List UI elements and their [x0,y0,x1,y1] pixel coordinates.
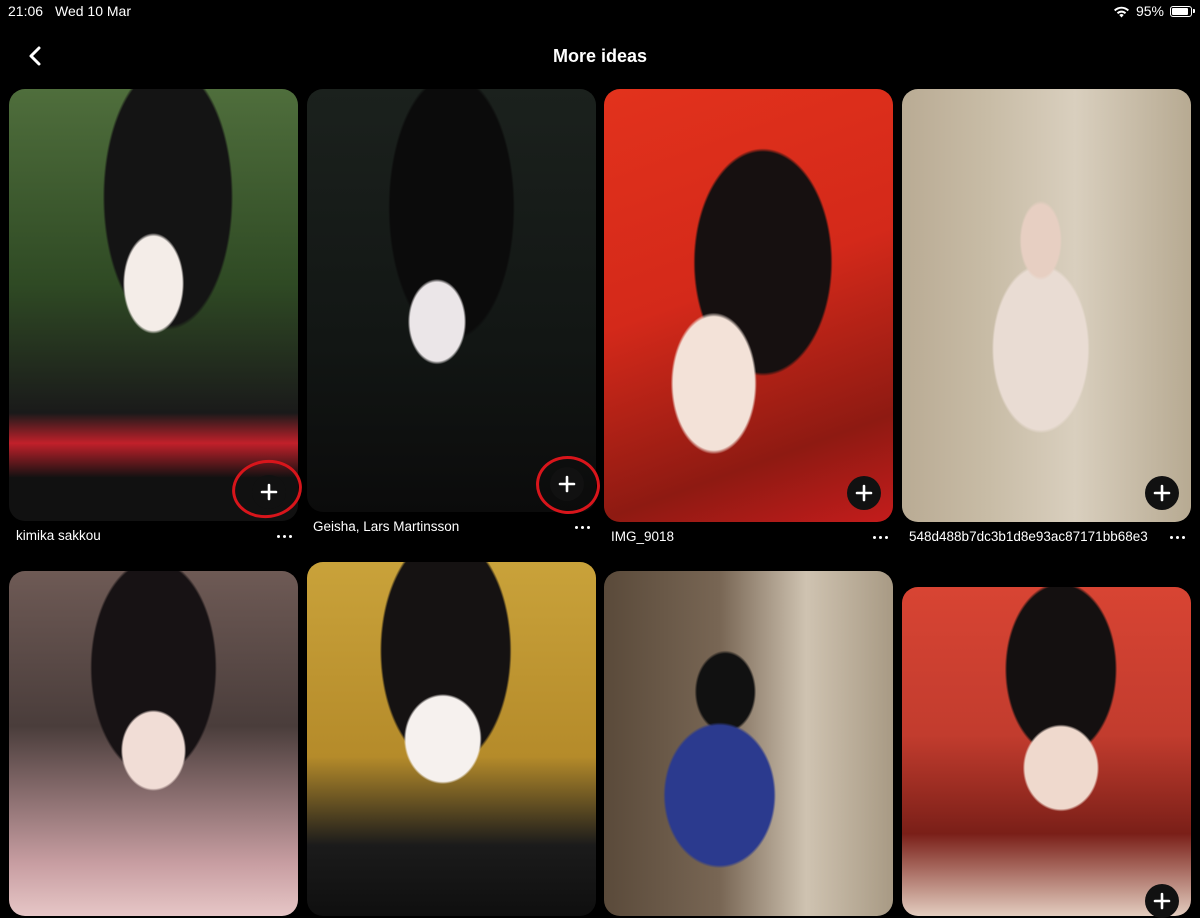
pin-image[interactable] [604,571,893,916]
pin-caption: 548d488b7dc3b1d8e93ac87171bb68e3 [909,529,1148,544]
plus-icon [855,484,873,502]
pin-caption: Geisha, Lars Martinsson [313,519,460,534]
more-options-button[interactable] [868,531,892,543]
battery-percent: 95% [1135,3,1164,19]
pin-image[interactable] [902,89,1191,522]
battery-fill [1172,7,1188,15]
more-options-button[interactable] [570,521,594,533]
wifi-icon [1113,6,1129,17]
save-pin-button[interactable] [550,467,584,501]
plus-icon [1153,892,1171,910]
save-pin-button[interactable] [1145,476,1179,510]
status-bar: 21:06 Wed 10 Mar 95% [0,0,1200,24]
save-pin-button[interactable] [847,476,881,510]
pin-image[interactable] [902,587,1191,916]
pin-caption: kimika sakkou [16,528,101,543]
pin-caption: IMG_9018 [611,529,675,544]
battery-icon [1170,5,1195,17]
pin-image[interactable] [9,89,298,521]
page-title: More ideas [552,46,648,66]
save-pin-button[interactable] [252,475,286,509]
status-date: Wed 10 Mar [55,3,131,19]
more-options-button[interactable] [272,530,296,542]
header: More ideas [0,38,1200,74]
plus-icon [260,483,278,501]
status-right: 95% [1113,3,1195,19]
save-pin-button[interactable] [1145,884,1179,918]
pin-image[interactable] [9,571,298,916]
pin-image[interactable] [307,89,596,512]
status-time: 21:06 [8,3,44,19]
pin-image[interactable] [604,89,893,522]
pin-image[interactable] [307,562,596,916]
plus-icon [1153,484,1171,502]
plus-icon [558,475,576,493]
more-options-button[interactable] [1165,531,1189,543]
